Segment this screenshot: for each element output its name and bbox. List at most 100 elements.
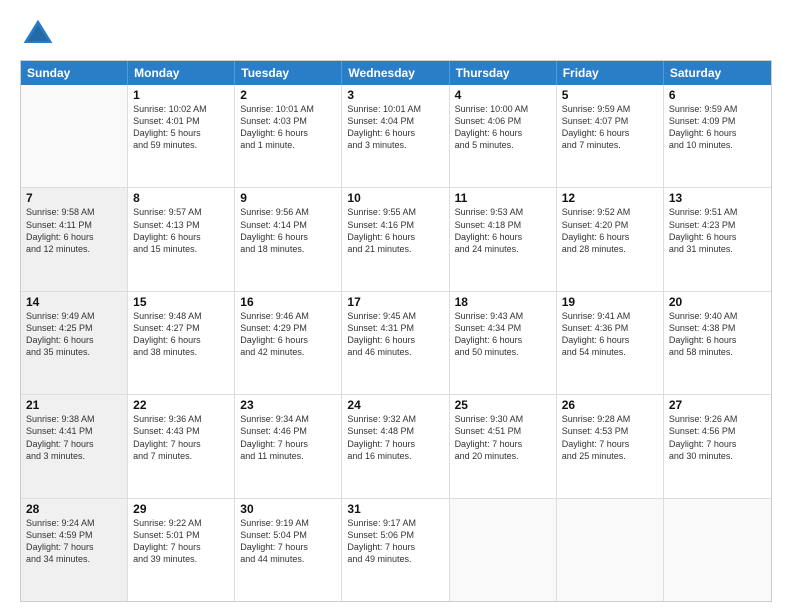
cell-line: Daylight: 6 hours bbox=[669, 127, 766, 139]
cell-line: Daylight: 7 hours bbox=[133, 541, 229, 553]
cell-line: Daylight: 7 hours bbox=[240, 541, 336, 553]
calendar-cell-r1c5: 12Sunrise: 9:52 AMSunset: 4:20 PMDayligh… bbox=[557, 188, 664, 290]
cell-line: Sunset: 4:27 PM bbox=[133, 322, 229, 334]
calendar-cell-r1c1: 8Sunrise: 9:57 AMSunset: 4:13 PMDaylight… bbox=[128, 188, 235, 290]
cell-line: Daylight: 6 hours bbox=[26, 334, 122, 346]
cell-line: Sunrise: 9:58 AM bbox=[26, 206, 122, 218]
cell-line: Daylight: 7 hours bbox=[133, 438, 229, 450]
calendar-row-2: 14Sunrise: 9:49 AMSunset: 4:25 PMDayligh… bbox=[21, 292, 771, 395]
cell-line: Sunset: 4:59 PM bbox=[26, 529, 122, 541]
calendar-cell-r2c4: 18Sunrise: 9:43 AMSunset: 4:34 PMDayligh… bbox=[450, 292, 557, 394]
day-number: 6 bbox=[669, 88, 766, 102]
cell-line: Sunset: 4:41 PM bbox=[26, 425, 122, 437]
cell-line: Sunrise: 9:38 AM bbox=[26, 413, 122, 425]
calendar-cell-r1c6: 13Sunrise: 9:51 AMSunset: 4:23 PMDayligh… bbox=[664, 188, 771, 290]
cell-line: and 1 minute. bbox=[240, 139, 336, 151]
calendar-cell-r4c0: 28Sunrise: 9:24 AMSunset: 4:59 PMDayligh… bbox=[21, 499, 128, 601]
calendar-cell-r2c0: 14Sunrise: 9:49 AMSunset: 4:25 PMDayligh… bbox=[21, 292, 128, 394]
cell-line: Sunset: 5:01 PM bbox=[133, 529, 229, 541]
day-number: 26 bbox=[562, 398, 658, 412]
cell-line: and 7 minutes. bbox=[562, 139, 658, 151]
cell-line: Daylight: 6 hours bbox=[347, 334, 443, 346]
calendar-cell-r4c4 bbox=[450, 499, 557, 601]
cell-line: Sunrise: 10:01 AM bbox=[347, 103, 443, 115]
calendar-cell-r3c2: 23Sunrise: 9:34 AMSunset: 4:46 PMDayligh… bbox=[235, 395, 342, 497]
cell-line: Daylight: 6 hours bbox=[240, 231, 336, 243]
cell-line: and 54 minutes. bbox=[562, 346, 658, 358]
cell-line: Daylight: 6 hours bbox=[669, 231, 766, 243]
calendar-cell-r2c1: 15Sunrise: 9:48 AMSunset: 4:27 PMDayligh… bbox=[128, 292, 235, 394]
cell-line: and 11 minutes. bbox=[240, 450, 336, 462]
cell-line: and 5 minutes. bbox=[455, 139, 551, 151]
cell-line: Sunset: 4:09 PM bbox=[669, 115, 766, 127]
day-number: 22 bbox=[133, 398, 229, 412]
cell-line: and 34 minutes. bbox=[26, 553, 122, 565]
calendar-body: 1Sunrise: 10:02 AMSunset: 4:01 PMDayligh… bbox=[21, 85, 771, 601]
cell-line: Sunrise: 10:01 AM bbox=[240, 103, 336, 115]
calendar-cell-r0c2: 2Sunrise: 10:01 AMSunset: 4:03 PMDayligh… bbox=[235, 85, 342, 187]
cell-line: Daylight: 6 hours bbox=[562, 231, 658, 243]
day-number: 15 bbox=[133, 295, 229, 309]
cell-line: and 24 minutes. bbox=[455, 243, 551, 255]
logo-icon bbox=[20, 16, 56, 52]
cell-line: and 10 minutes. bbox=[669, 139, 766, 151]
day-number: 24 bbox=[347, 398, 443, 412]
cell-line: Daylight: 7 hours bbox=[347, 541, 443, 553]
day-number: 19 bbox=[562, 295, 658, 309]
cell-line: Sunrise: 10:02 AM bbox=[133, 103, 229, 115]
cell-line: Daylight: 7 hours bbox=[347, 438, 443, 450]
cell-line: Sunrise: 9:34 AM bbox=[240, 413, 336, 425]
calendar-cell-r2c5: 19Sunrise: 9:41 AMSunset: 4:36 PMDayligh… bbox=[557, 292, 664, 394]
cell-line: Sunset: 4:20 PM bbox=[562, 219, 658, 231]
cell-line: and 30 minutes. bbox=[669, 450, 766, 462]
cell-line: Daylight: 6 hours bbox=[562, 127, 658, 139]
cell-line: Daylight: 6 hours bbox=[26, 231, 122, 243]
day-number: 23 bbox=[240, 398, 336, 412]
cell-line: Sunrise: 9:26 AM bbox=[669, 413, 766, 425]
cell-line: Daylight: 6 hours bbox=[455, 334, 551, 346]
cell-line: Sunset: 4:16 PM bbox=[347, 219, 443, 231]
cell-line: Sunrise: 9:59 AM bbox=[562, 103, 658, 115]
calendar-cell-r3c6: 27Sunrise: 9:26 AMSunset: 4:56 PMDayligh… bbox=[664, 395, 771, 497]
cell-line: Sunrise: 9:24 AM bbox=[26, 517, 122, 529]
cell-line: Sunrise: 9:17 AM bbox=[347, 517, 443, 529]
day-number: 13 bbox=[669, 191, 766, 205]
calendar: SundayMondayTuesdayWednesdayThursdayFrid… bbox=[20, 60, 772, 602]
cell-line: Sunrise: 9:40 AM bbox=[669, 310, 766, 322]
cell-line: Sunset: 4:38 PM bbox=[669, 322, 766, 334]
calendar-cell-r0c0 bbox=[21, 85, 128, 187]
cell-line: Sunset: 4:53 PM bbox=[562, 425, 658, 437]
cell-line: Sunset: 4:06 PM bbox=[455, 115, 551, 127]
cell-line: Sunrise: 9:45 AM bbox=[347, 310, 443, 322]
cell-line: Sunset: 4:51 PM bbox=[455, 425, 551, 437]
calendar-cell-r0c4: 4Sunrise: 10:00 AMSunset: 4:06 PMDayligh… bbox=[450, 85, 557, 187]
cell-line: and 42 minutes. bbox=[240, 346, 336, 358]
calendar-cell-r4c1: 29Sunrise: 9:22 AMSunset: 5:01 PMDayligh… bbox=[128, 499, 235, 601]
cell-line: Sunset: 4:23 PM bbox=[669, 219, 766, 231]
calendar-cell-r1c4: 11Sunrise: 9:53 AMSunset: 4:18 PMDayligh… bbox=[450, 188, 557, 290]
cell-line: Sunset: 4:04 PM bbox=[347, 115, 443, 127]
cell-line: Daylight: 6 hours bbox=[347, 127, 443, 139]
day-number: 25 bbox=[455, 398, 551, 412]
calendar-cell-r0c6: 6Sunrise: 9:59 AMSunset: 4:09 PMDaylight… bbox=[664, 85, 771, 187]
calendar-cell-r0c1: 1Sunrise: 10:02 AMSunset: 4:01 PMDayligh… bbox=[128, 85, 235, 187]
cell-line: Sunset: 4:29 PM bbox=[240, 322, 336, 334]
calendar-cell-r2c3: 17Sunrise: 9:45 AMSunset: 4:31 PMDayligh… bbox=[342, 292, 449, 394]
calendar-row-4: 28Sunrise: 9:24 AMSunset: 4:59 PMDayligh… bbox=[21, 499, 771, 601]
cell-line: Daylight: 7 hours bbox=[455, 438, 551, 450]
day-number: 14 bbox=[26, 295, 122, 309]
calendar-cell-r0c5: 5Sunrise: 9:59 AMSunset: 4:07 PMDaylight… bbox=[557, 85, 664, 187]
cell-line: Sunset: 4:13 PM bbox=[133, 219, 229, 231]
calendar-cell-r3c0: 21Sunrise: 9:38 AMSunset: 4:41 PMDayligh… bbox=[21, 395, 128, 497]
cell-line: Daylight: 6 hours bbox=[455, 127, 551, 139]
cell-line: and 38 minutes. bbox=[133, 346, 229, 358]
cell-line: Daylight: 7 hours bbox=[26, 541, 122, 553]
calendar-cell-r3c1: 22Sunrise: 9:36 AMSunset: 4:43 PMDayligh… bbox=[128, 395, 235, 497]
cell-line: Sunset: 4:07 PM bbox=[562, 115, 658, 127]
calendar-cell-r2c6: 20Sunrise: 9:40 AMSunset: 4:38 PMDayligh… bbox=[664, 292, 771, 394]
cell-line: and 49 minutes. bbox=[347, 553, 443, 565]
cell-line: and 12 minutes. bbox=[26, 243, 122, 255]
cell-line: Sunrise: 9:53 AM bbox=[455, 206, 551, 218]
cell-line: Daylight: 7 hours bbox=[240, 438, 336, 450]
day-number: 4 bbox=[455, 88, 551, 102]
